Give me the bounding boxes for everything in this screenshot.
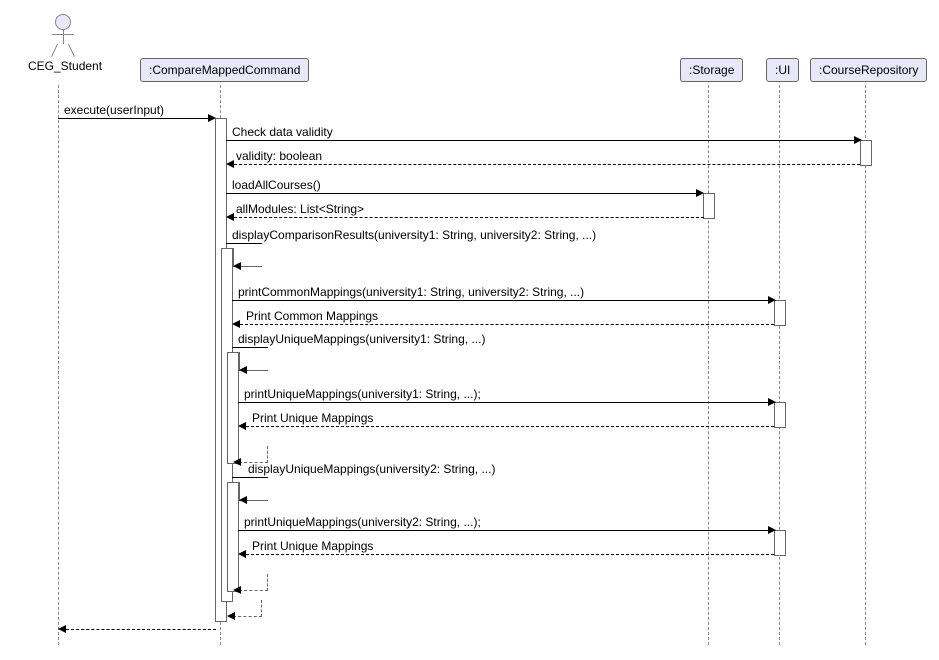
msg-allmodules-return: allModules: List<String> (226, 206, 704, 220)
participant-course-repository: :CourseRepository (810, 58, 927, 82)
msg-print-unique1-return: Print Unique Mappings (238, 415, 776, 429)
msg-display-comparison-arrow (226, 255, 262, 269)
msg-print-common: printCommonMappings(university1: String,… (232, 289, 776, 303)
msg-load-courses: loadAllCourses() (226, 182, 704, 196)
participant-storage: :Storage (680, 58, 743, 82)
msg-display-unique1-arrow (232, 359, 268, 373)
participant-compare-command: :CompareMappedCommand (140, 58, 309, 82)
activation-storage (703, 193, 715, 219)
lifeline-actor (58, 85, 59, 645)
msg-check-validity: Check data validity (226, 129, 862, 143)
msg-display-unique1: displayUniqueMappings(university1: Strin… (232, 336, 532, 350)
lifeline-storage (708, 85, 709, 645)
msg-validity-return: validity: boolean (226, 153, 862, 167)
msg-return-display-arrow (226, 605, 262, 619)
msg-display-unique2: displayUniqueMappings(university2: Strin… (232, 466, 532, 480)
sequence-diagram: CEG_Student :CompareMappedCommand :Stora… (10, 10, 930, 650)
msg-display-unique2-arrow (232, 489, 268, 503)
msg-print-common-return: Print Common Mappings (232, 313, 776, 327)
lifeline-ui (779, 85, 780, 645)
lifeline-repo (865, 85, 866, 645)
actor-label: CEG_Student (28, 59, 98, 73)
msg-return-unique2-arrow (232, 579, 268, 593)
msg-print-unique1: printUniqueMappings(university1: String,… (238, 391, 776, 405)
msg-display-comparison: displayComparisonResults(university1: St… (226, 232, 626, 246)
actor-ceg-student: CEG_Student (28, 14, 98, 73)
participant-ui: :UI (766, 58, 799, 82)
actor-icon (52, 14, 74, 56)
msg-final-return (58, 618, 216, 632)
msg-print-unique2: printUniqueMappings(university2: String,… (238, 519, 776, 533)
msg-print-unique2-return: Print Unique Mappings (238, 543, 776, 557)
msg-execute: execute(userInput) (58, 107, 216, 121)
